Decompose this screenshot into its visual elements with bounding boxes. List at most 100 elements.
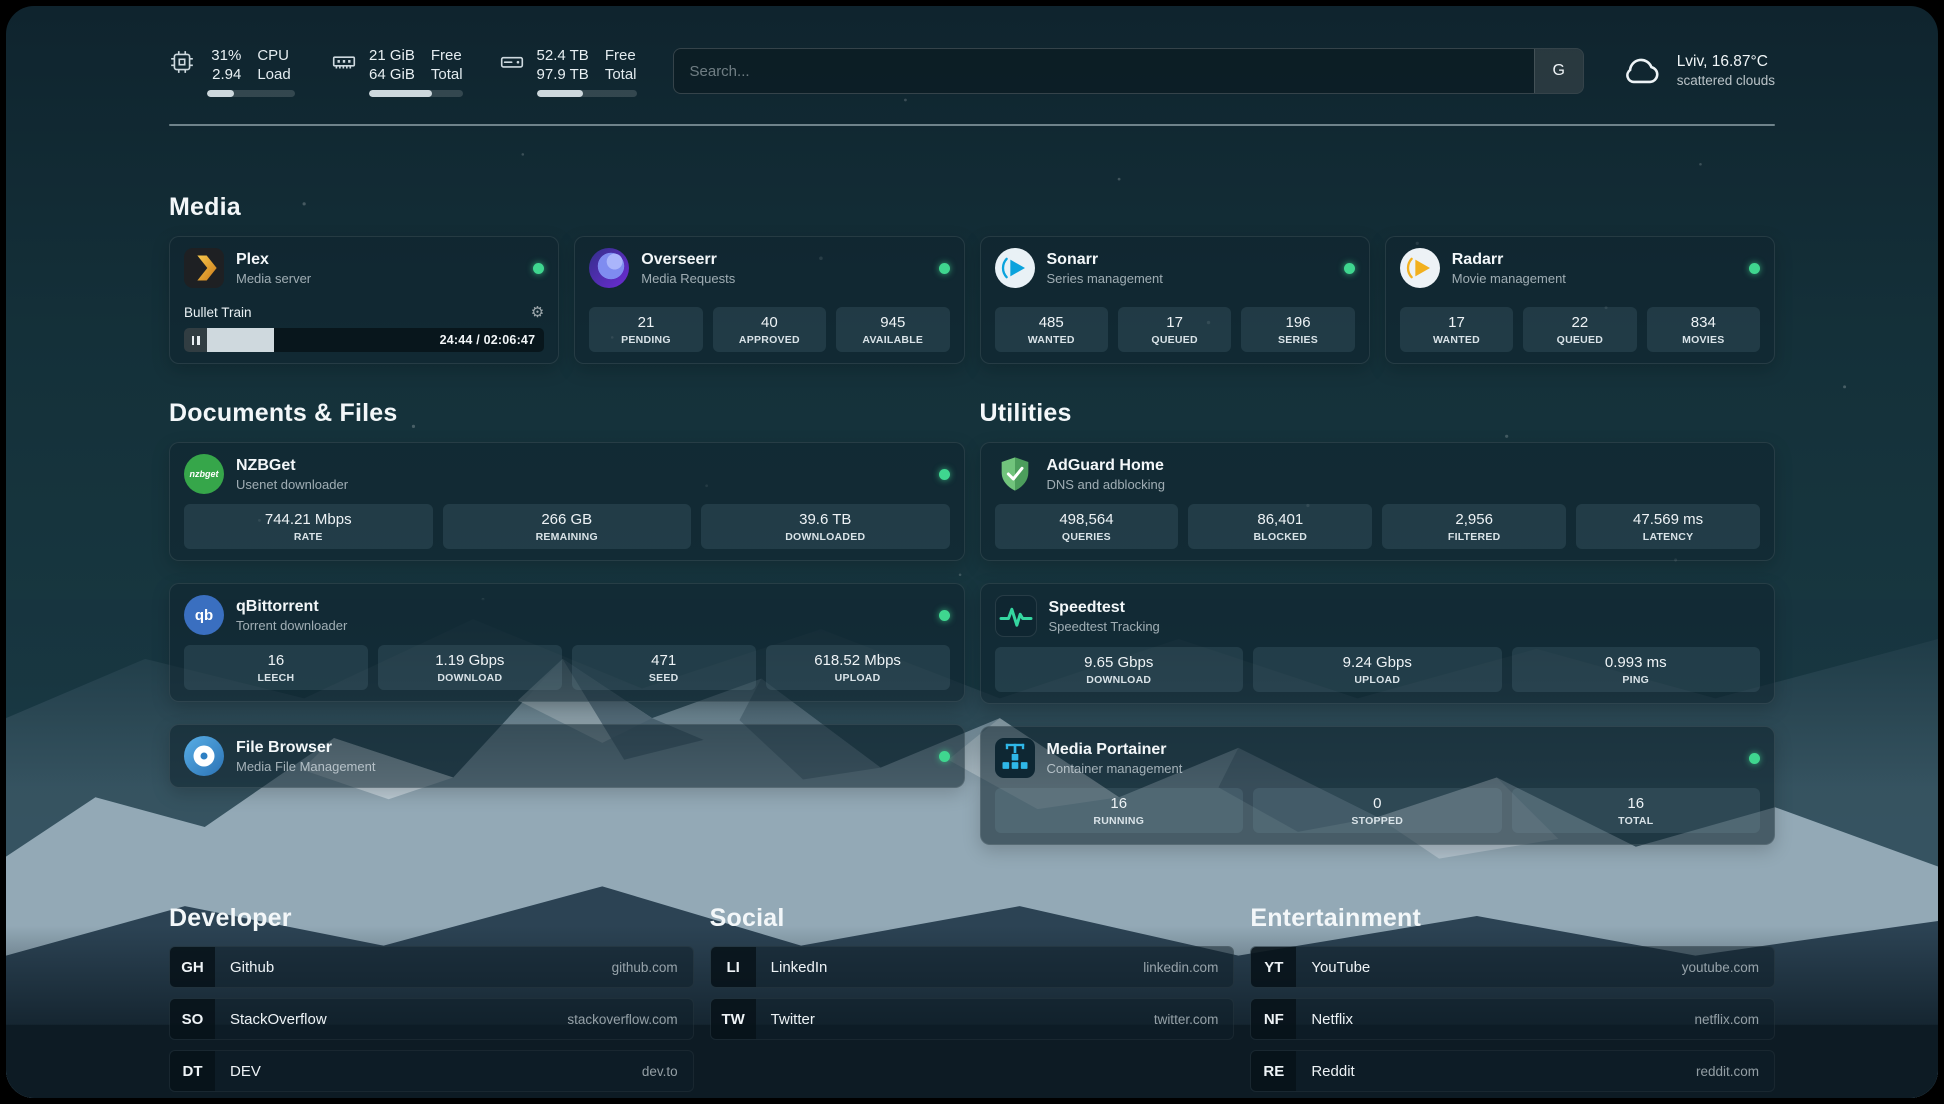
radarr-subtitle: Movie management: [1452, 270, 1566, 287]
stat-label: DOWNLOAD: [382, 672, 558, 685]
stat-label: WANTED: [999, 334, 1104, 347]
card-speedtest[interactable]: Speedtest Speedtest Tracking 9.65 GbpsDO…: [980, 583, 1776, 704]
stat-value: 39.6 TB: [705, 510, 946, 529]
bookmark-name: DEV: [230, 1063, 261, 1080]
cpu-usage-value: 31%: [207, 46, 241, 65]
screen: 31% CPU 2.94 Load 21 GiB: [0, 0, 1944, 1104]
stat-label: MOVIES: [1651, 334, 1756, 347]
bookmark-reddit[interactable]: RE Reddit reddit.com: [1250, 1050, 1775, 1092]
weather-widget: Lviv, 16.87°C scattered clouds: [1620, 48, 1775, 92]
overseerr-status-dot: [939, 263, 950, 274]
stat-value: 16: [999, 794, 1240, 813]
card-media-portainer[interactable]: Media Portainer Container management 16R…: [980, 726, 1776, 845]
stat-value: 22: [1527, 313, 1632, 332]
pause-icon[interactable]: [184, 328, 207, 352]
bookmark-linkedin[interactable]: LI LinkedIn linkedin.com: [710, 946, 1235, 988]
stat-box: 2,956FILTERED: [1382, 504, 1566, 549]
plex-progress-fill: [207, 328, 274, 352]
card-filebrowser[interactable]: File Browser Media File Management: [169, 724, 965, 788]
card-plex[interactable]: Plex Media server Bullet Train ⚙: [169, 236, 559, 364]
bookmark-dev[interactable]: DT DEV dev.to: [169, 1050, 694, 1092]
bookmark-twitter[interactable]: TW Twitter twitter.com: [710, 998, 1235, 1040]
overseerr-subtitle: Media Requests: [641, 270, 735, 287]
card-overseerr[interactable]: Overseerr Media Requests 21PENDING 40APP…: [574, 236, 964, 364]
sonarr-status-dot: [1344, 263, 1355, 274]
stat-box: 834 MOVIES: [1647, 307, 1760, 352]
bookmark-netflix[interactable]: NF Netflix netflix.com: [1250, 998, 1775, 1040]
plex-playback-time: 24:44 / 02:06:47: [440, 328, 536, 352]
cpu-widget: 31% CPU 2.94 Load: [169, 46, 295, 97]
stat-label: APPROVED: [717, 334, 822, 347]
card-adguard-home[interactable]: AdGuard Home DNS and adblocking 498,564Q…: [980, 442, 1776, 561]
weather-location-temp: Lviv, 16.87°C: [1677, 52, 1775, 72]
stat-value: 945: [840, 313, 945, 332]
bookmark-domain: github.com: [612, 960, 678, 975]
disk-widget: 52.4 TB Free 97.9 TB Total: [499, 46, 637, 97]
plex-widget-settings-gear-icon[interactable]: ⚙: [531, 304, 544, 321]
radarr-title: Radarr: [1452, 250, 1566, 270]
stat-box: 0.993 msPING: [1512, 647, 1761, 692]
section-title-entertainment: Entertainment: [1250, 903, 1775, 933]
search-provider-button[interactable]: G: [1534, 49, 1583, 93]
card-radarr[interactable]: Radarr Movie management 17WANTED 22QUEUE…: [1385, 236, 1775, 364]
memory-total-label: Total: [431, 65, 463, 84]
section-title-developer: Developer: [169, 903, 694, 933]
speedtest-subtitle: Speedtest Tracking: [1049, 618, 1160, 635]
stat-box: 1.19 GbpsDOWNLOAD: [378, 645, 562, 690]
stat-value: 0.993 ms: [1516, 653, 1757, 672]
stat-value: 21: [593, 313, 698, 332]
bookmark-abbr: SO: [170, 999, 215, 1039]
stat-label: SEED: [576, 672, 752, 685]
stat-box: 39.6 TBDOWNLOADED: [701, 504, 950, 549]
portainer-status-dot: [1749, 753, 1760, 764]
stat-value: 485: [999, 313, 1104, 332]
plex-icon: [184, 248, 224, 288]
nzbget-status-dot: [939, 469, 950, 480]
bookmark-name: Github: [230, 959, 274, 976]
stat-box: 0 STOPPED: [1253, 788, 1502, 833]
card-nzbget[interactable]: nzbget NZBGet Usenet downloader 744.21 M…: [169, 442, 965, 561]
stat-box: 266 GBREMAINING: [443, 504, 692, 549]
bookmark-domain: stackoverflow.com: [567, 1012, 677, 1027]
bookmark-domain: youtube.com: [1682, 960, 1759, 975]
bookmark-github[interactable]: GH Github github.com: [169, 946, 694, 988]
filebrowser-title: File Browser: [236, 738, 375, 758]
dashboard-content: 31% CPU 2.94 Load 21 GiB: [6, 6, 1938, 1098]
plex-player-bar: 24:44 / 02:06:47: [184, 328, 544, 352]
stat-box: 16RUNNING: [995, 788, 1244, 833]
stat-value: 744.21 Mbps: [188, 510, 429, 529]
stat-value: 0: [1257, 794, 1498, 813]
cpu-usage-label: CPU: [257, 46, 295, 65]
bookmark-group-developer: Developer GH Github github.com SO StackO…: [169, 903, 694, 1092]
stat-value: 47.569 ms: [1580, 510, 1756, 529]
stat-value: 834: [1651, 313, 1756, 332]
stat-box: 196SERIES: [1241, 307, 1354, 352]
bookmark-stackoverflow[interactable]: SO StackOverflow stackoverflow.com: [169, 998, 694, 1040]
bookmark-abbr: NF: [1251, 999, 1296, 1039]
stat-label: REMAINING: [447, 531, 688, 544]
section-title-documents: Documents & Files: [169, 398, 965, 428]
stat-box: 16TOTAL: [1512, 788, 1761, 833]
cpu-load-value: 2.94: [207, 65, 241, 84]
stat-label: QUERIES: [999, 531, 1175, 544]
plex-title: Plex: [236, 250, 311, 270]
bookmark-name: LinkedIn: [771, 959, 828, 976]
plex-now-playing-title: Bullet Train: [184, 304, 252, 321]
disk-total-label: Total: [605, 65, 637, 84]
overseerr-title: Overseerr: [641, 250, 735, 270]
memory-widget: 21 GiB Free 64 GiB Total: [331, 46, 463, 97]
card-qbittorrent[interactable]: qb qBittorrent Torrent downloader 16LEEC…: [169, 583, 965, 702]
card-sonarr[interactable]: Sonarr Series management 485WANTED 17QUE…: [980, 236, 1370, 364]
speedtest-title: Speedtest: [1049, 598, 1160, 618]
section-title-social: Social: [710, 903, 1235, 933]
radarr-status-dot: [1749, 263, 1760, 274]
stat-label: STOPPED: [1257, 815, 1498, 828]
stat-label: LATENCY: [1580, 531, 1756, 544]
disk-total-value: 97.9 TB: [537, 65, 589, 84]
bookmark-abbr: LI: [711, 947, 756, 987]
bookmark-domain: reddit.com: [1696, 1064, 1759, 1079]
cpu-icon: [169, 49, 195, 75]
bookmark-youtube[interactable]: YT YouTube youtube.com: [1250, 946, 1775, 988]
sonarr-icon: [995, 248, 1035, 288]
search-input[interactable]: [674, 63, 1534, 80]
